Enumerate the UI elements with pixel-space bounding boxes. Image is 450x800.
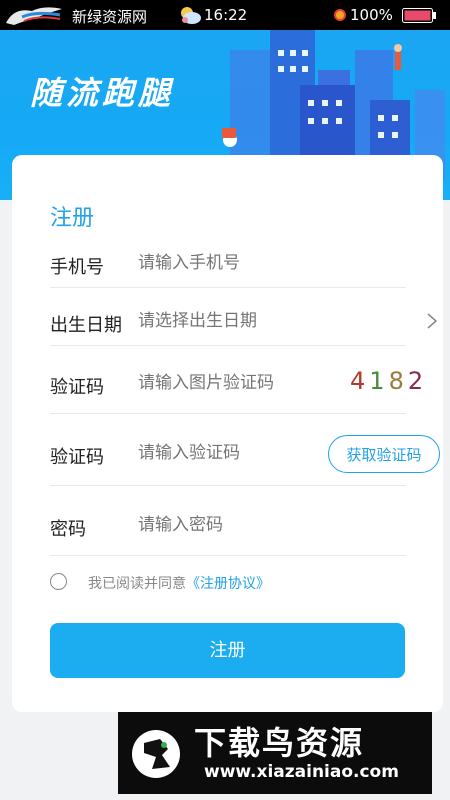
captcha-char: 2 [407,367,428,395]
app-title: 随流跑腿 [30,74,175,112]
bird-logo-icon [132,730,180,778]
watermark-url: www.xiazainiao.com [204,762,399,782]
birthday-label: 出生日期 [50,315,122,336]
weather-icon [181,7,201,24]
phone-row: 手机号 [50,247,406,288]
carrier-name: 新绿资源网 [72,8,148,26]
sms-code-row: 验证码 获取验证码 [50,425,440,486]
captcha-image[interactable]: 4182 [350,367,427,395]
password-label: 密码 [50,519,86,540]
sms-code-input[interactable] [138,443,318,463]
agreement-prefix: 我已阅读并同意 [88,576,186,592]
agreement-link[interactable]: 《注册协议》 [186,576,270,592]
sms-code-label: 验证码 [50,447,104,468]
horse-logo-icon [6,7,62,25]
register-card: 注册 手机号 出生日期 验证码 4182 验证码 获取验证码 密码 我已阅读并同… [12,155,443,712]
watermark-title: 下载鸟资源 [194,724,365,762]
agreement-text: 我已阅读并同意《注册协议》 [88,573,270,593]
agree-radio[interactable] [50,573,67,590]
image-code-input[interactable] [138,373,318,393]
clock: 16:22 [204,6,248,24]
phone-input[interactable] [138,253,318,273]
image-code-label: 验证码 [50,377,104,398]
captcha-char: 4 [350,367,370,395]
battery-percent: 100% [350,6,393,24]
captcha-char: 1 [369,367,389,395]
password-input[interactable] [138,515,318,535]
watermark-banner: 下载鸟资源 www.xiazainiao.com [118,712,432,794]
register-button[interactable]: 注册 [50,623,405,678]
image-code-row: 验证码 4182 [50,365,423,414]
captcha-char: 8 [388,367,408,395]
get-code-button[interactable]: 获取验证码 [328,435,440,473]
password-row: 密码 [50,505,406,556]
brightness-icon [334,9,346,21]
birthday-row[interactable]: 出生日期 [50,305,406,346]
birthday-input[interactable] [138,311,318,331]
status-bar: 新绿资源网 16:22 100% [0,0,450,30]
chevron-right-icon[interactable] [426,312,438,330]
phone-label: 手机号 [50,257,104,278]
page-title: 注册 [50,206,95,231]
battery-icon [402,8,436,23]
